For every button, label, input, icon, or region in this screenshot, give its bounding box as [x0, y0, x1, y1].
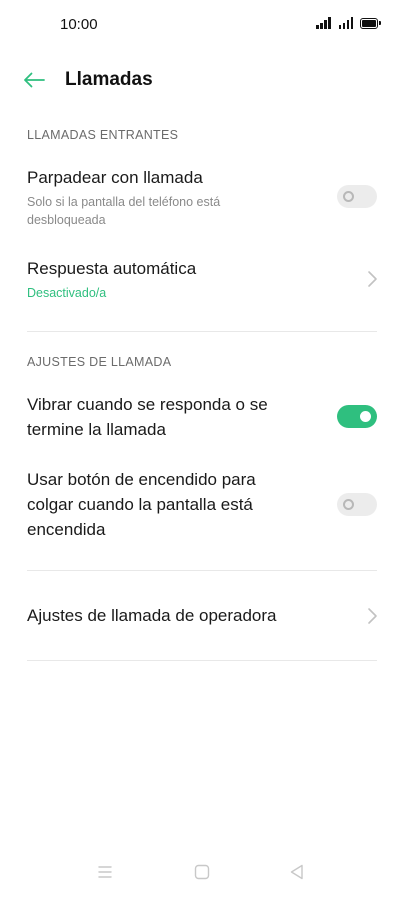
setting-title: termine la llamada [27, 420, 166, 439]
nav-back-button[interactable] [287, 862, 307, 882]
setting-title: Parpadear con llamada [27, 168, 203, 187]
status-bar: 10:00 [0, 0, 404, 50]
section-header-incoming-calls: LLAMADAS ENTRANTES [27, 128, 179, 142]
chevron-right-icon [368, 271, 377, 287]
setting-subtitle: Solo si la pantalla del teléfono está [27, 195, 221, 209]
divider [27, 660, 377, 661]
setting-subtitle: desbloqueada [27, 213, 106, 227]
setting-title: Vibrar cuando se responda o se [27, 395, 268, 414]
status-time: 10:00 [60, 16, 98, 33]
section-header-call-settings: AJUSTES DE LLAMADA [27, 355, 172, 369]
vibrate-on-answer-toggle[interactable] [337, 405, 377, 428]
setting-title: Respuesta automática [27, 259, 197, 278]
menu-button[interactable] [95, 862, 115, 882]
status-icons [316, 17, 381, 29]
app-bar: Llamadas [0, 58, 404, 102]
setting-status-value: Desactivado/a [27, 286, 107, 300]
signal-icon [338, 17, 353, 29]
setting-row-power-button-ends-call[interactable]: Usar botón de encendido para colgar cuan… [0, 466, 404, 546]
chevron-right-icon [368, 608, 377, 624]
setting-row-carrier-call-settings[interactable]: Ajustes de llamada de operadora [0, 590, 404, 642]
page-title: Llamadas [65, 69, 153, 90]
home-button[interactable] [192, 862, 212, 882]
setting-title: colgar cuando la pantalla está [27, 495, 253, 514]
battery-icon [360, 18, 381, 29]
home-icon [194, 864, 210, 880]
arrow-left-icon [24, 72, 45, 88]
power-button-ends-call-toggle[interactable] [337, 493, 377, 516]
flash-on-call-toggle[interactable] [337, 185, 377, 208]
setting-row-flash-on-call[interactable]: Parpadear con llamada Solo si la pantall… [0, 160, 404, 240]
toggle-knob [360, 411, 371, 422]
navigation-bar [0, 852, 404, 892]
setting-title: encendida [27, 520, 106, 539]
signal-icon [316, 17, 331, 29]
setting-title: Ajustes de llamada de operadora [27, 606, 277, 625]
setting-row-auto-answer[interactable]: Respuesta automática Desactivado/a [0, 252, 404, 308]
setting-title: Usar botón de encendido para [27, 470, 256, 489]
toggle-knob [343, 191, 354, 202]
toggle-knob [343, 499, 354, 510]
menu-icon [98, 866, 112, 878]
divider [27, 331, 377, 332]
back-button[interactable] [20, 68, 48, 92]
setting-row-vibrate-on-answer[interactable]: Vibrar cuando se responda o se termine l… [0, 390, 404, 446]
back-icon [290, 864, 303, 880]
divider [27, 570, 377, 571]
